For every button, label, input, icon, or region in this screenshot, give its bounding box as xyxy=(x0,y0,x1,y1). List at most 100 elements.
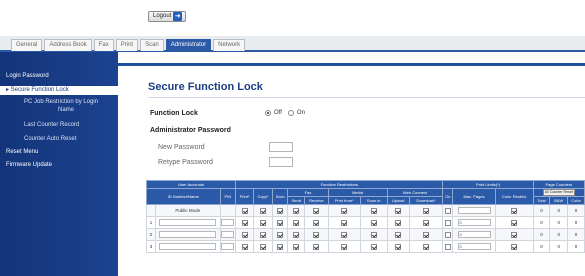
color-restrict-checkbox[interactable] xyxy=(511,231,518,238)
fax-receive-checkbox[interactable] xyxy=(313,207,320,214)
row-pin-cell xyxy=(219,228,237,241)
upload-checkbox[interactable] xyxy=(395,231,402,238)
table-row: 3 0 0 0 0 xyxy=(146,240,585,253)
fax-send-checkbox[interactable] xyxy=(293,231,300,238)
tab-network[interactable]: Network xyxy=(213,39,246,51)
print-limit-on-checkbox[interactable] xyxy=(444,219,451,226)
print-checkbox[interactable] xyxy=(241,219,248,226)
tab-strip: General Address Book Fax Print Scan Admi… xyxy=(0,36,585,52)
scan-to-checkbox[interactable] xyxy=(370,231,377,238)
sidebar-item-login-password[interactable]: Login Password xyxy=(6,73,49,80)
function-lock-off-radio[interactable] xyxy=(265,110,271,116)
sidebar-item-secure-function-lock[interactable]: ▸ Secure Function Lock xyxy=(0,86,118,95)
bw-count: 0 xyxy=(549,204,569,217)
tab-administrator[interactable]: Administrator xyxy=(165,39,212,51)
sidebar-item-pc-job-restriction-cont[interactable]: Name xyxy=(58,107,74,114)
color-restrict-checkbox[interactable] xyxy=(511,207,518,214)
print-checkbox[interactable] xyxy=(241,207,248,214)
max-pages-input[interactable] xyxy=(457,207,491,214)
fax-receive-checkbox[interactable] xyxy=(313,219,320,226)
download-checkbox[interactable] xyxy=(423,231,430,238)
fax-subheader: Fax xyxy=(287,188,329,197)
tab-fax[interactable]: Fax xyxy=(93,39,114,51)
row-index: 1 xyxy=(146,216,156,229)
max-pages-input[interactable]: 0 xyxy=(457,231,491,238)
download-checkbox[interactable] xyxy=(423,243,430,250)
max-pages-input[interactable]: 0 xyxy=(457,243,491,250)
pin-input[interactable] xyxy=(221,219,235,226)
col-print-from: Print from* xyxy=(327,196,361,205)
print-limit-on-checkbox[interactable] xyxy=(444,207,451,214)
color-restrict-checkbox[interactable] xyxy=(511,243,518,250)
fax-receive-checkbox[interactable] xyxy=(313,231,320,238)
copy-checkbox[interactable] xyxy=(259,219,266,226)
function-lock-label: Function Lock xyxy=(150,110,198,117)
upload-checkbox[interactable] xyxy=(395,207,402,214)
scan-checkbox[interactable] xyxy=(277,207,284,214)
copy-checkbox[interactable] xyxy=(259,231,266,238)
function-lock-on-radio[interactable] xyxy=(287,110,294,116)
print-checkbox[interactable] xyxy=(241,243,248,250)
col-receive: Receive xyxy=(304,196,329,205)
retype-password-input[interactable] xyxy=(269,157,293,167)
download-checkbox[interactable] xyxy=(423,219,430,226)
header-rule xyxy=(118,63,585,66)
print-from-checkbox[interactable] xyxy=(341,207,348,214)
id-name-input[interactable] xyxy=(159,219,217,226)
row-index: 3 xyxy=(146,240,156,253)
copy-checkbox[interactable] xyxy=(259,243,266,250)
max-pages-cell xyxy=(452,204,496,217)
col-on: On xyxy=(442,188,454,205)
fax-send-checkbox[interactable] xyxy=(293,243,300,250)
sidebar-item-last-counter-record[interactable]: Last Counter Record xyxy=(24,122,79,129)
tab-print[interactable]: Print xyxy=(115,39,139,51)
sidebar-item-pc-job-restriction[interactable]: PC Job Restriction by Login xyxy=(24,99,98,106)
scan-to-checkbox[interactable] xyxy=(370,219,377,226)
table-row: Public Mode 0 0 0 xyxy=(146,204,585,217)
print-from-checkbox[interactable] xyxy=(341,243,348,250)
tab-address-book[interactable]: Address Book xyxy=(44,39,92,51)
sidebar-item-counter-auto-reset[interactable]: Counter Auto Reset xyxy=(24,136,76,143)
scan-checkbox[interactable] xyxy=(277,219,284,226)
upload-checkbox[interactable] xyxy=(395,243,402,250)
fax-receive-checkbox[interactable] xyxy=(313,243,320,250)
pin-input[interactable] xyxy=(221,231,235,238)
logout-button[interactable]: Logout ➜ xyxy=(148,11,187,22)
function-lock-on-label: On xyxy=(296,110,305,116)
print-limit-on-checkbox[interactable] xyxy=(444,243,451,250)
fax-send-checkbox[interactable] xyxy=(293,207,300,214)
row-name-cell xyxy=(154,240,221,253)
download-checkbox[interactable] xyxy=(423,207,430,214)
all-counter-reset-cell: All Counter Reset xyxy=(532,188,585,197)
print-from-checkbox[interactable] xyxy=(341,219,348,226)
copy-checkbox[interactable] xyxy=(259,207,266,214)
fax-send-checkbox[interactable] xyxy=(293,219,300,226)
media-subheader: Media xyxy=(327,188,388,197)
scan-checkbox[interactable] xyxy=(277,243,284,250)
col-total: Total xyxy=(532,196,551,205)
scan-to-checkbox[interactable] xyxy=(370,207,377,214)
tab-scan[interactable]: Scan xyxy=(140,39,164,51)
sidebar-item-firmware-update[interactable]: Firmware Update xyxy=(6,162,52,169)
pin-input[interactable] xyxy=(221,243,235,250)
print-checkbox[interactable] xyxy=(241,231,248,238)
id-name-input[interactable] xyxy=(159,231,217,238)
tab-general[interactable]: General xyxy=(11,39,43,51)
logout-label: Logout xyxy=(153,13,172,19)
sidebar-item-reset-menu[interactable]: Reset Menu xyxy=(6,149,38,156)
max-pages-input[interactable]: 0 xyxy=(457,219,491,226)
id-name-input[interactable] xyxy=(159,243,217,250)
print-limit-on-checkbox[interactable] xyxy=(444,231,451,238)
scan-checkbox[interactable] xyxy=(277,231,284,238)
color-count: 0 xyxy=(567,240,585,253)
table-sub-header-row: ID Number/Name PIN Print* Copy* Scan Fax… xyxy=(146,188,585,205)
col-max-pages: Max. Pages xyxy=(452,188,496,205)
color-restrict-checkbox[interactable] xyxy=(511,219,518,226)
print-from-checkbox[interactable] xyxy=(341,231,348,238)
scan-to-checkbox[interactable] xyxy=(370,243,377,250)
new-password-input[interactable] xyxy=(269,142,293,152)
upload-checkbox[interactable] xyxy=(395,219,402,226)
total-count: 0 xyxy=(532,204,551,217)
all-counter-reset-button[interactable]: All Counter Reset xyxy=(542,189,575,196)
total-count: 0 xyxy=(532,228,551,241)
